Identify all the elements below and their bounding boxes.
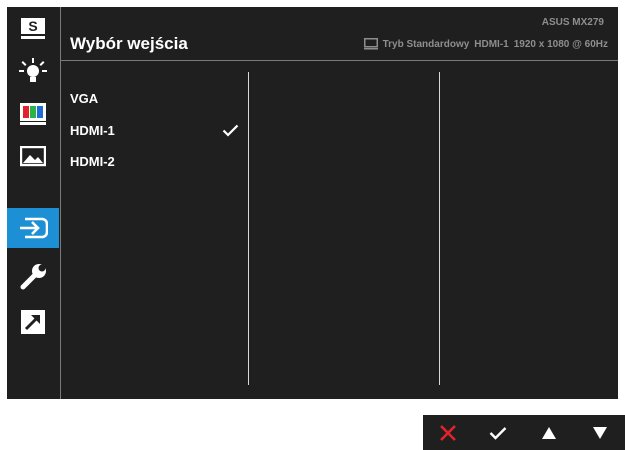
option-label: VGA bbox=[70, 91, 99, 106]
down-button[interactable] bbox=[575, 415, 625, 450]
sidebar-item-system-setup[interactable] bbox=[7, 257, 59, 297]
column-divider bbox=[439, 72, 440, 385]
osd-button-bar bbox=[423, 415, 625, 450]
splendid-s-icon: S bbox=[21, 18, 45, 39]
input-select-icon bbox=[20, 217, 48, 239]
sidebar-item-image[interactable] bbox=[7, 137, 59, 177]
osd-header: Wybór wejścia ASUS MX279 Tryb Standardow… bbox=[61, 7, 618, 59]
status-resolution: 1920 x 1080 @ 60Hz bbox=[513, 38, 608, 50]
column-divider bbox=[248, 72, 249, 385]
sidebar-item-color[interactable] bbox=[7, 94, 59, 134]
option-hdmi-1[interactable]: HDMI-1 bbox=[70, 123, 240, 138]
status-input: HDMI-1 bbox=[474, 38, 509, 50]
confirm-button[interactable] bbox=[473, 415, 523, 450]
sidebar-item-shortcut[interactable] bbox=[7, 302, 59, 342]
brightness-icon bbox=[19, 58, 47, 82]
sidebar-item-input-select[interactable] bbox=[7, 208, 59, 248]
option-label: HDMI-1 bbox=[70, 123, 115, 138]
model-name: ASUS MX279 bbox=[541, 17, 604, 28]
confirm-check-icon bbox=[489, 426, 507, 440]
splendid-letter: S bbox=[28, 18, 37, 34]
shortcut-icon bbox=[21, 310, 45, 334]
option-vga[interactable]: VGA bbox=[70, 91, 98, 106]
system-setup-icon bbox=[20, 264, 46, 290]
status-mode: Tryb Standardowy bbox=[382, 38, 470, 50]
input-options-list: VGA HDMI-1 HDMI-2 bbox=[61, 61, 248, 399]
color-icon bbox=[20, 103, 46, 125]
close-button[interactable] bbox=[423, 415, 473, 450]
close-icon bbox=[440, 424, 456, 441]
status-bar: Tryb Standardowy HDMI-1 1920 x 1080 @ 60… bbox=[363, 38, 608, 50]
option-label: HDMI-2 bbox=[70, 154, 115, 169]
osd-menu: S Wybór wejścia ASUS MX279 Tryb Standard… bbox=[7, 7, 618, 399]
selected-check-icon bbox=[222, 124, 239, 137]
sidebar-item-splendid[interactable]: S bbox=[7, 9, 59, 49]
monitor-icon bbox=[363, 38, 378, 50]
option-hdmi-2[interactable]: HDMI-2 bbox=[70, 154, 115, 169]
image-icon bbox=[20, 146, 46, 167]
down-arrow-icon bbox=[593, 426, 607, 439]
sidebar-item-brightness[interactable] bbox=[7, 52, 59, 92]
up-button[interactable] bbox=[524, 415, 574, 450]
up-arrow-icon bbox=[542, 426, 556, 439]
osd-sidebar: S bbox=[7, 7, 59, 399]
page-title: Wybór wejścia bbox=[70, 34, 188, 53]
